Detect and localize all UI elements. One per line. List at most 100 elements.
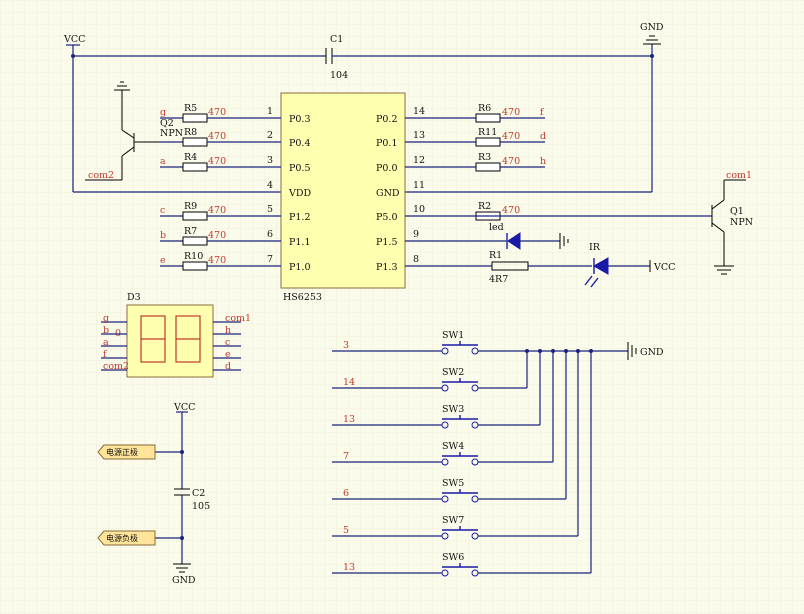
c2-name: C2 — [192, 488, 205, 499]
switch-net: 14 — [343, 377, 355, 388]
switch-net: 5 — [343, 525, 349, 536]
ic-right-pin-9-num: 9 — [413, 229, 419, 240]
display-right-pin-1: h — [225, 325, 231, 336]
switch-gnd-label: GND — [640, 347, 664, 358]
ic-left-pin-1-num: 1 — [267, 106, 273, 117]
display-left-pin-2: a — [103, 337, 109, 348]
display-left-pin-1: b — [103, 325, 109, 336]
q2-type: NPN — [160, 128, 183, 139]
port-negative-label: 电源负极 — [106, 533, 138, 543]
q1-type: NPN — [730, 217, 753, 228]
ic-left-pin-5-num: 5 — [267, 204, 273, 215]
ic-right-pin-10-res-name: R2 — [478, 201, 491, 212]
ic-left-pin-2-resistor — [182, 137, 208, 147]
ic-left-pin-2-name: P0.4 — [289, 138, 311, 149]
port-positive-label: 电源正极 — [106, 447, 138, 457]
ic-right-pin-13-name: P0.1 — [376, 138, 398, 149]
ic-right-pin-8-res-val: 4R7 — [489, 274, 508, 285]
ic-left-pin-3-name: P0.5 — [289, 163, 311, 174]
switch-net: 7 — [343, 451, 349, 462]
ic-left-pin-2-res-val: 470 — [208, 131, 226, 142]
switch-name: SW6 — [442, 552, 464, 563]
switch-name: SW1 — [442, 330, 464, 341]
ic-right-pin-13-res-val: 470 — [502, 131, 520, 142]
q1-net-com1: com1 — [726, 170, 752, 181]
ic-left-pin-4-num: 4 — [267, 180, 273, 191]
ic-right-pin-13-net: d — [540, 131, 546, 142]
ic-left-pin-6-res-name: R7 — [184, 226, 197, 237]
ic-left-pin-6-res-val: 470 — [208, 230, 226, 241]
switch-name: SW5 — [442, 478, 464, 489]
ic-left-pin-7-resistor — [182, 261, 208, 271]
schematic-canvas: VCC GND C1 104 HS6253 1P0.3R5 470g2P0.4R8… — [0, 0, 804, 614]
ic-left-pin-5-res-name: R9 — [184, 201, 197, 212]
ic-left-pin-1-res-val: 470 — [208, 107, 226, 118]
gnd-label-top: GND — [640, 22, 664, 33]
ic-right-pin-14-name: P0.2 — [376, 114, 398, 125]
ic-right-pin-8-name: P1.3 — [376, 262, 398, 273]
ic-right-pin-11-name: GND — [376, 188, 400, 199]
ic-right-pin-10-res-val: 470 — [502, 205, 520, 216]
ic-left-pin-5-resistor — [182, 211, 208, 221]
switch-name: SW4 — [442, 441, 464, 452]
led-label: led — [489, 222, 504, 233]
ic-right-pin-10-num: 10 — [413, 204, 425, 215]
ic-left-pin-6-num: 6 — [267, 229, 273, 240]
display-name: D3 — [127, 292, 141, 303]
ic-right-pin-11-num: 11 — [413, 180, 425, 191]
display-right-pin-4: d — [225, 361, 231, 372]
ic-right-pin-13-num: 13 — [413, 130, 425, 141]
ic-right-pin-10-name: P5.0 — [376, 212, 398, 223]
display-right-pin-3: e — [225, 349, 231, 360]
display-left-pin-4: com2 — [103, 361, 129, 372]
seven-seg-display — [126, 304, 214, 378]
ic-left-pin-6-net: b — [160, 230, 166, 241]
ic-right-pin-8-num: 8 — [413, 254, 419, 265]
ic-left-pin-2-res-name: R8 — [184, 127, 197, 138]
c1-value: 104 — [330, 70, 348, 81]
ic-left-pin-1-resistor — [182, 113, 208, 123]
ir-vcc-label: VCC — [653, 262, 675, 273]
ic-right-pin-14-num: 14 — [413, 106, 425, 117]
ic-left-pin-5-res-val: 470 — [208, 205, 226, 216]
ic-left-pin-3-num: 3 — [267, 155, 273, 166]
ic-right-pin-14-res-name: R6 — [478, 103, 491, 114]
grid-background — [0, 0, 804, 614]
ic-left-pin-1-name: P0.3 — [289, 114, 311, 125]
display-right-pin-0: com1 — [225, 313, 251, 324]
ic-right-pin-12-num: 12 — [413, 155, 425, 166]
ic-left-pin-6-name: P1.1 — [289, 237, 311, 248]
ic-right-pin-9-name: P1.5 — [376, 237, 398, 248]
ic-right-pin-13-resistor — [475, 137, 501, 147]
ic-right-pin-13-res-name: R11 — [478, 127, 497, 138]
ic-right-pin-14-res-val: 470 — [502, 107, 520, 118]
ir-label: IR — [589, 242, 601, 253]
ic-left-pin-4-name: VDD — [288, 188, 311, 199]
switch-name: SW2 — [442, 367, 464, 378]
ic-left-pin-7-res-name: R10 — [184, 251, 203, 262]
c2-vcc-label: VCC — [173, 402, 195, 413]
ic-left-pin-3-res-val: 470 — [208, 156, 226, 167]
display-left-pin-0: g — [103, 313, 109, 324]
ic-left-pin-3-resistor — [182, 162, 208, 172]
display-right-pin-2: c — [225, 337, 230, 348]
ic-left-pin-7-num: 7 — [267, 254, 273, 265]
vcc-label-top: VCC — [63, 34, 85, 45]
q2-net-com2: com2 — [88, 170, 114, 181]
ic-left-pin-3-net: a — [160, 156, 166, 167]
switch-net: 13 — [343, 414, 355, 425]
ic-left-pin-5-net: c — [160, 205, 165, 216]
ic-left-pin-1-res-name: R5 — [184, 103, 197, 114]
c2-gnd-label: GND — [172, 575, 196, 586]
ic-left-pin-1-net: g — [160, 107, 166, 118]
ic-left-pin-5-name: P1.2 — [289, 212, 311, 223]
ic-left-pin-3-res-name: R4 — [184, 152, 197, 163]
ic-left-pin-2-num: 2 — [267, 130, 273, 141]
ic-right-pin-14-resistor — [475, 113, 501, 123]
ic-name: HS6253 — [283, 292, 322, 303]
ic-right-pin-12-res-name: R3 — [478, 152, 491, 163]
q1-name: Q1 — [730, 206, 744, 217]
c1-name: C1 — [330, 34, 343, 45]
switch-name: SW3 — [442, 404, 464, 415]
switch-net: 13 — [343, 562, 355, 573]
